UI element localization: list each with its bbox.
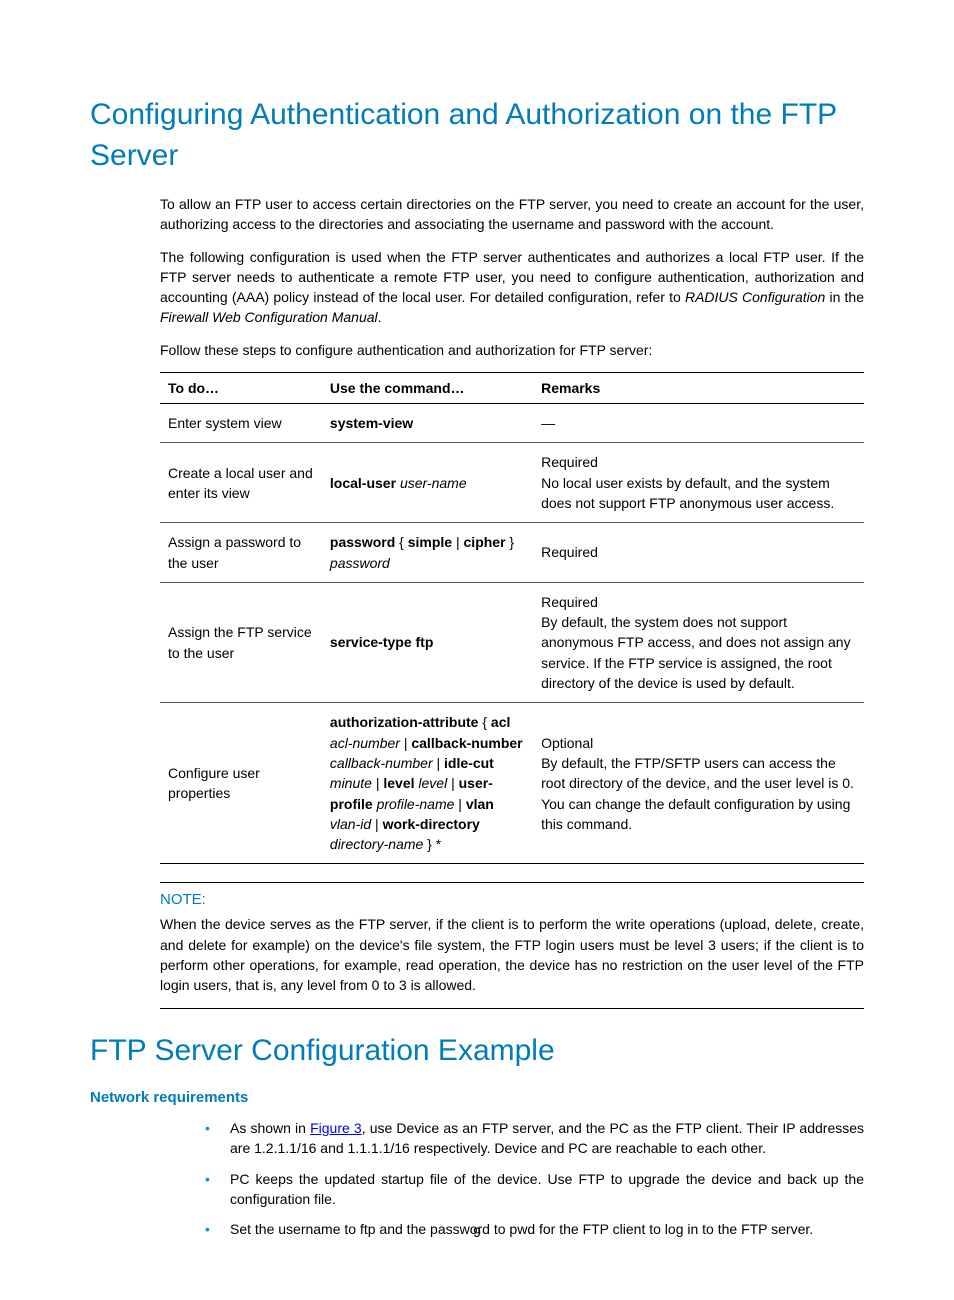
text-fragment: acl <box>491 714 510 730</box>
text-fragment: service-type ftp <box>330 634 433 650</box>
text-fragment: callback-number <box>330 755 433 771</box>
table-header: Remarks <box>533 373 864 404</box>
table-cell-todo: Enter system view <box>160 404 322 443</box>
table-cell-remarks: Optional By default, the FTP/SFTP users c… <box>533 703 864 864</box>
table-cell-remarks: Required By default, the system does not … <box>533 582 864 702</box>
page-number: 9 <box>0 1224 954 1240</box>
text-fragment: vlan <box>466 796 494 812</box>
note-rule-top <box>160 882 864 883</box>
text-fragment: directory-name <box>330 836 423 852</box>
text-fragment: No local user exists by default, and the… <box>541 475 834 511</box>
table-row: Create a local user and enter its viewlo… <box>160 443 864 523</box>
text-fragment: profile-name <box>377 796 455 812</box>
text-fragment: password <box>330 534 395 550</box>
table-cell-command: password { simple | cipher } password <box>322 523 533 583</box>
text-fragment: By default, the system does not support … <box>541 614 850 691</box>
paragraph: To allow an FTP user to access certain d… <box>160 194 864 235</box>
text-fragment: idle-cut <box>444 755 494 771</box>
text-fragment: { <box>395 534 407 550</box>
list-item: PC keeps the updated startup file of the… <box>200 1169 864 1210</box>
text-fragment: password <box>330 555 390 571</box>
table-cell-todo: Assign a password to the user <box>160 523 322 583</box>
text-fragment: Optional <box>541 735 593 751</box>
table-cell-command: system-view <box>322 404 533 443</box>
table-cell-command: service-type ftp <box>322 582 533 702</box>
text-fragment: local-user <box>330 475 396 491</box>
text-fragment: Required <box>541 454 598 470</box>
bullet-list-container: As shown in Figure 3, use Device as an F… <box>160 1118 864 1239</box>
subsection-heading: Network requirements <box>90 1089 864 1106</box>
table-row: Assign a password to the userpassword { … <box>160 523 864 583</box>
text-italic: Firewall Web Configuration Manual <box>160 309 378 325</box>
table-cell-todo: Configure user properties <box>160 703 322 864</box>
text-fragment: | <box>400 735 411 751</box>
note-label: NOTE: <box>160 891 864 908</box>
text-fragment: | <box>371 816 382 832</box>
paragraph: The following configuration is used when… <box>160 247 864 328</box>
section-heading-example: FTP Server Configuration Example <box>90 1031 864 1072</box>
paragraph: Follow these steps to configure authenti… <box>160 340 864 360</box>
text-fragment: By default, the FTP/SFTP users can acces… <box>541 755 854 832</box>
text-fragment: | <box>454 796 465 812</box>
table-cell-command: local-user user-name <box>322 443 533 523</box>
text-fragment: acl-number <box>330 735 400 751</box>
text-fragment: | <box>372 775 383 791</box>
figure-link[interactable]: Figure 3 <box>310 1120 362 1136</box>
text-fragment: callback-number <box>411 735 522 751</box>
table-cell-todo: Assign the FTP service to the user <box>160 582 322 702</box>
table-cell-command: authorization-attribute { acl acl-number… <box>322 703 533 864</box>
table-row: Configure user propertiesauthorization-a… <box>160 703 864 864</box>
table-row: Assign the FTP service to the user servic… <box>160 582 864 702</box>
text-fragment: Required <box>541 594 598 610</box>
text-fragment: } <box>506 534 515 550</box>
text-fragment: simple <box>408 534 452 550</box>
section-heading-auth: Configuring Authentication and Authoriza… <box>90 95 864 176</box>
note-block: NOTE: When the device serves as the FTP … <box>160 882 864 1008</box>
table-row: Enter system view system-view — <box>160 404 864 443</box>
text-fragment: work-directory <box>383 816 480 832</box>
text-fragment: — <box>541 415 555 431</box>
config-steps-table: To do… Use the command… Remarks Enter sy… <box>160 372 864 864</box>
text-fragment: authorization-attribute <box>330 714 479 730</box>
table-header: Use the command… <box>322 373 533 404</box>
document-page: Configuring Authentication and Authoriza… <box>0 0 954 1300</box>
text: in the <box>825 289 864 305</box>
bullet-list: As shown in Figure 3, use Device as an F… <box>160 1118 864 1239</box>
text-fragment: As shown in <box>230 1120 310 1136</box>
table-cell-remarks: Required <box>533 523 864 583</box>
text: . <box>378 309 382 325</box>
text-fragment: PC keeps the updated startup file of the… <box>230 1171 864 1207</box>
text-fragment: cipher <box>464 534 506 550</box>
list-item: As shown in Figure 3, use Device as an F… <box>200 1118 864 1159</box>
text-fragment: | <box>433 755 444 771</box>
note-body: When the device serves as the FTP server… <box>160 914 864 995</box>
table-cell-remarks: — <box>533 404 864 443</box>
table-header: To do… <box>160 373 322 404</box>
text-fragment: Required <box>541 544 598 560</box>
text-fragment: | <box>447 775 458 791</box>
text-fragment: user-name <box>400 475 467 491</box>
table-cell-remarks: Required No local user exists by default,… <box>533 443 864 523</box>
text-fragment: | <box>452 534 463 550</box>
table-cell-todo: Create a local user and enter its view <box>160 443 322 523</box>
text-fragment: minute <box>330 775 372 791</box>
text-fragment: { <box>478 714 490 730</box>
text-italic: RADIUS Configuration <box>685 289 825 305</box>
text-fragment: vlan-id <box>330 816 371 832</box>
text-fragment: system-view <box>330 415 413 431</box>
note-rule-bottom <box>160 1008 864 1009</box>
text-fragment: level <box>383 775 414 791</box>
section-body: To allow an FTP user to access certain d… <box>160 194 864 864</box>
text-fragment: } * <box>423 836 441 852</box>
text-fragment: level <box>418 775 447 791</box>
